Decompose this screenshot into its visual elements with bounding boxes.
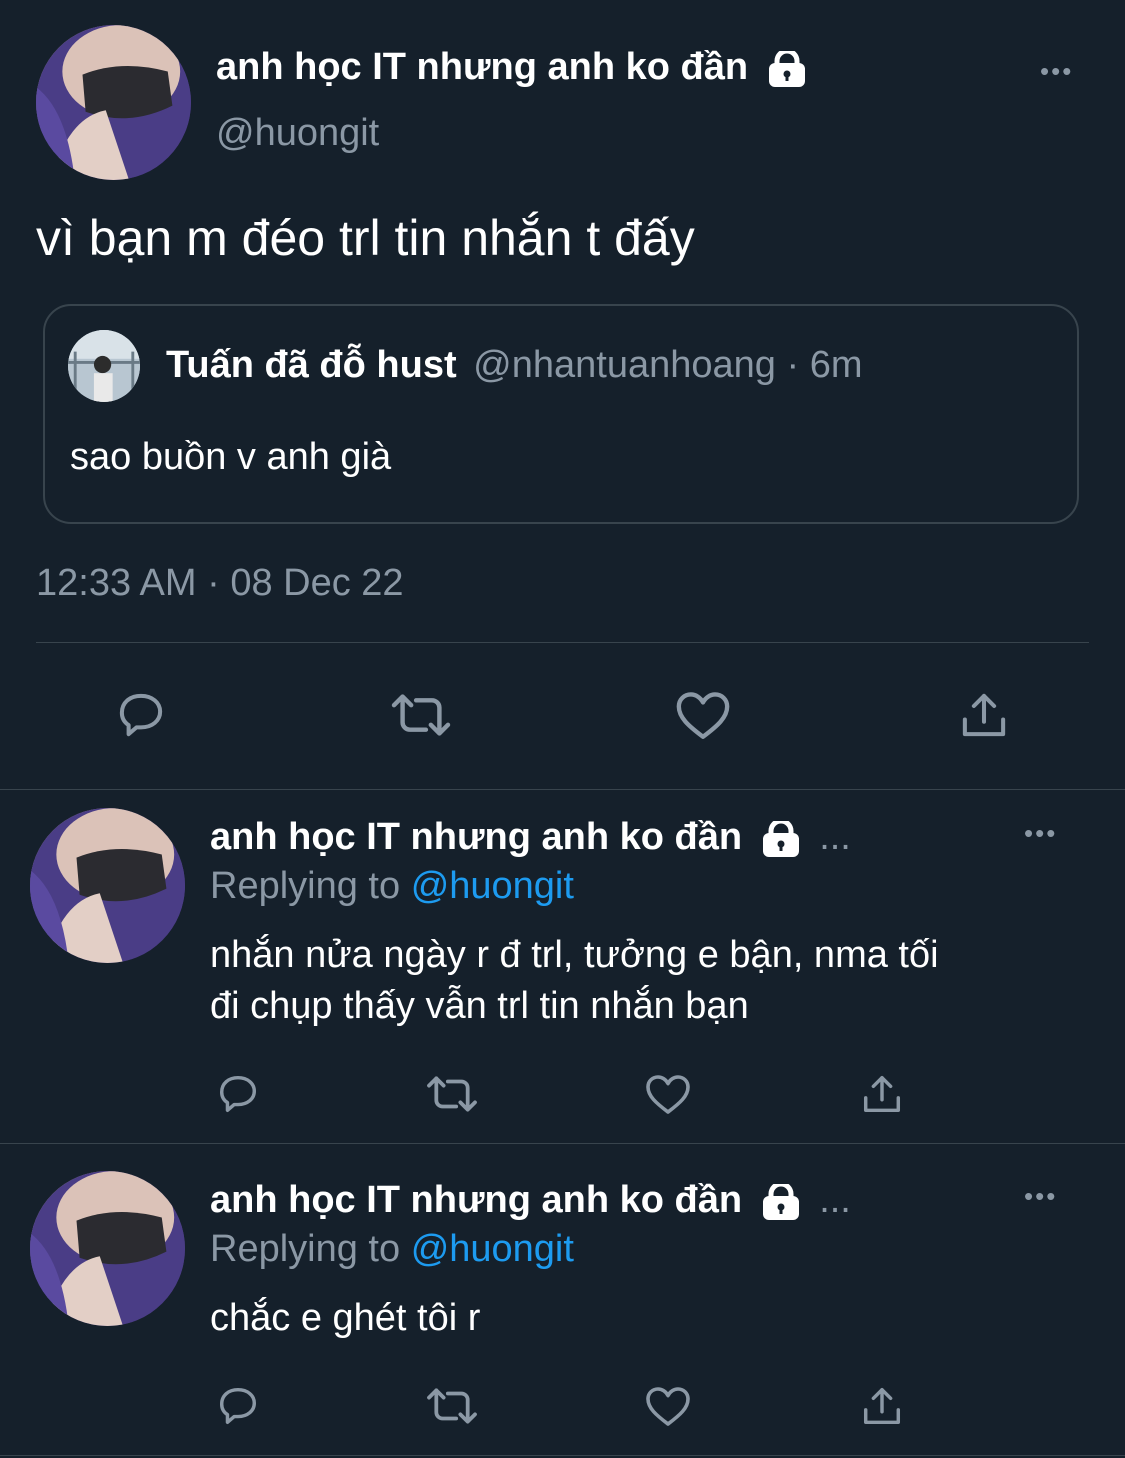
quoted-display-name[interactable]: Tuấn đã đỗ hust [166,344,457,386]
share-icon[interactable] [858,1071,906,1117]
replying-to-label: Replying to [210,865,401,907]
like-icon[interactable] [674,688,732,742]
retweet-icon[interactable] [424,1071,480,1117]
lock-icon [761,818,801,857]
reply-icon[interactable] [214,1383,262,1429]
quoted-text: sao buồn v anh già [70,436,392,478]
display-name[interactable]: anh học IT nhưng anh ko đần [210,1179,742,1221]
name-ellipsis: ... [819,1179,851,1221]
timestamp[interactable]: 12:33 AM · 08 Dec 22 [36,560,404,606]
replying-to-handle[interactable]: @huongit [411,1228,574,1270]
reply-text: chắc e ghét tôi r [210,1297,481,1339]
reply-text: nhắn nửa ngày r đ trl, tưởng e bận, nma … [210,934,939,976]
avatar[interactable] [36,25,191,180]
avatar[interactable] [30,808,185,963]
retweet-icon[interactable] [388,688,454,742]
handle[interactable]: @huongit [216,110,379,156]
display-name[interactable]: anh học IT nhưng anh ko đần [216,46,748,88]
retweet-icon[interactable] [424,1383,480,1429]
divider [0,1143,1125,1144]
like-icon[interactable] [644,1383,692,1429]
reply-text: đi chụp thấy vẫn trl tin nhắn bạn [210,985,749,1027]
divider [0,1455,1125,1456]
name-ellipsis: ... [819,816,851,858]
share-icon[interactable] [858,1383,906,1429]
more-icon[interactable]: ••• [1024,1181,1057,1212]
share-icon[interactable] [956,688,1012,742]
lock-icon [767,48,807,87]
more-icon[interactable]: ••• [1040,56,1073,87]
quoted-handle[interactable]: @nhantuanhoang [473,344,776,386]
replying-to-handle[interactable]: @huongit [411,865,574,907]
replying-to-label: Replying to [210,1228,401,1270]
reply-icon[interactable] [112,688,170,742]
avatar[interactable] [30,1171,185,1326]
quoted-tweet[interactable] [43,304,1079,524]
lock-icon [761,1181,801,1220]
tweet-text: vì bạn m đéo trl tin nhắn t đấy [36,210,695,266]
reply-icon[interactable] [214,1071,262,1117]
like-icon[interactable] [644,1071,692,1117]
quoted-avatar[interactable] [68,330,140,402]
more-icon[interactable]: ••• [1024,818,1057,849]
quoted-time: · 6m [786,344,863,386]
divider [0,789,1125,790]
display-name[interactable]: anh học IT nhưng anh ko đần [210,816,742,858]
divider [36,642,1089,643]
